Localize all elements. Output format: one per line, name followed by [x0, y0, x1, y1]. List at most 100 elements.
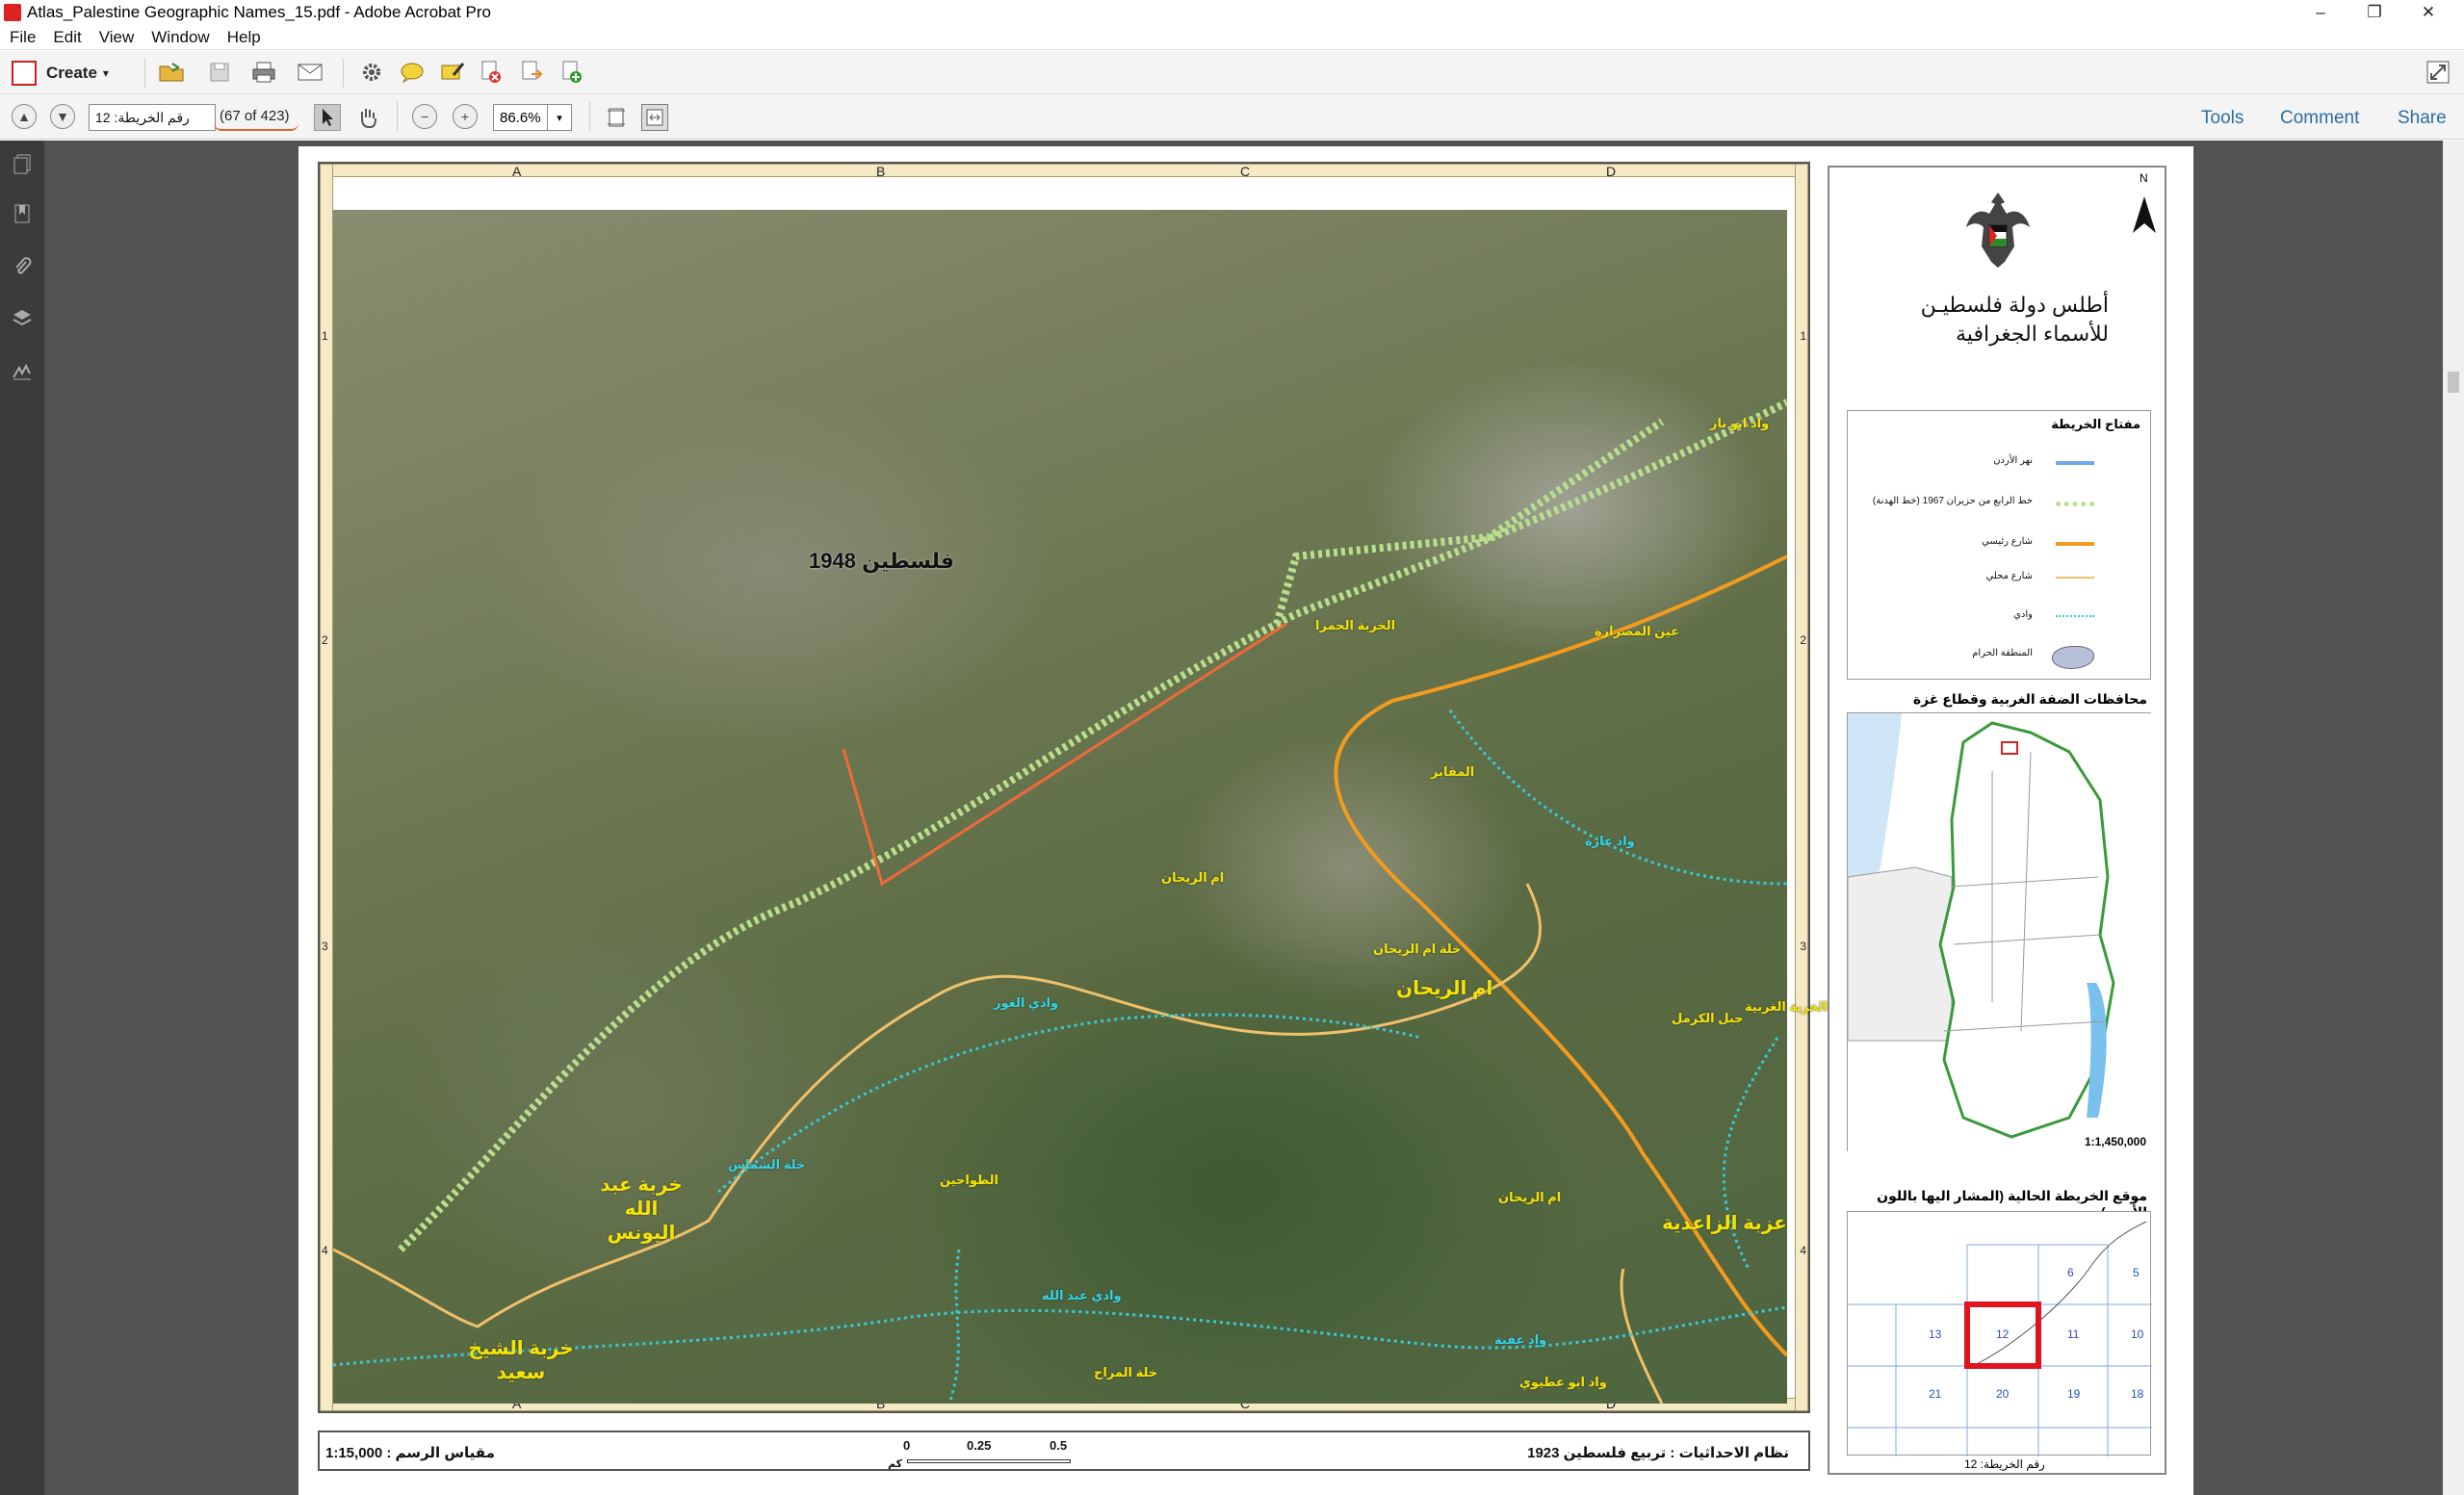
map-label: ام الريحان [1161, 870, 1225, 885]
select-tool-icon[interactable] [314, 104, 341, 131]
navigation-toolbar: ▲ ▼ (67 of 423) − + ▾ Tools Comment Shar… [0, 94, 2464, 140]
page-count: (67 of 423) [220, 108, 290, 124]
print-icon[interactable] [250, 59, 277, 86]
previous-page-icon[interactable]: ▲ [12, 104, 37, 129]
open-folder-icon[interactable] [158, 59, 185, 86]
map-label: الخربة الحمرا [1315, 618, 1396, 632]
pdf-page: A B C D A B C D 1 2 3 4 1 2 3 4 فلسطين 1… [298, 146, 2193, 1495]
legend-label: نهر الأردن [1993, 455, 2033, 466]
index-map-number: 12 [1996, 1327, 2010, 1341]
menu-window[interactable]: Window [151, 28, 209, 47]
legend-symbol [2056, 461, 2094, 465]
title-bar: Atlas_Palestine Geographic Names_15.pdf … [0, 0, 2464, 25]
governorates-title: محافظات الضفة الغربية وقطاع غزة [1912, 691, 2147, 707]
close-button[interactable]: ✕ [2403, 0, 2453, 25]
ink-annotation [214, 123, 298, 131]
scale-text: مقياس الرسم : 1:15,000 [325, 1445, 495, 1461]
delete-page-icon[interactable] [478, 59, 505, 86]
scrollbar-thumb[interactable] [2448, 372, 2459, 393]
atlas-title-line1: أطلس دولة فلسطيـن [1920, 293, 2109, 317]
map-label: خربة عبد الله اليونس [600, 1174, 683, 1244]
grid-number: 1 [1800, 329, 1806, 343]
legend-row: وادي [1848, 607, 2152, 627]
left-grid-ruler [320, 164, 333, 1411]
legend-symbol [2056, 615, 2094, 617]
north-label: N [2140, 171, 2148, 185]
legend-symbol [2056, 542, 2094, 546]
export-pdf-icon[interactable] [518, 59, 545, 86]
comment-icon[interactable] [399, 59, 426, 86]
map-label: واد ابو نار [1710, 416, 1770, 430]
index-map-number: 10 [2131, 1327, 2144, 1341]
map-legend: مفتاح الخريطة نهر الأردن خط الرابع من حز… [1847, 410, 2151, 680]
map-label: جبل الكرمل [1672, 1011, 1744, 1025]
layers-icon[interactable] [10, 306, 35, 331]
index-map-number: 21 [1929, 1387, 1942, 1401]
signatures-icon[interactable] [10, 358, 35, 383]
grid-letter: D [1606, 164, 1617, 179]
index-map-number: 6 [2067, 1266, 2074, 1279]
map-label: واد عارة [1585, 834, 1635, 848]
share-link[interactable]: Share [2398, 108, 2447, 129]
menu-view[interactable]: View [99, 28, 135, 47]
map-label: الطواحين [940, 1173, 999, 1187]
attachments-icon[interactable] [10, 254, 35, 279]
map-frame: A B C D A B C D 1 2 3 4 1 2 3 4 فلسطين 1… [318, 162, 1828, 1413]
minimize-button[interactable]: – [2295, 0, 2346, 25]
map-overlay-lines [333, 399, 1787, 1404]
grid-number: 3 [322, 940, 328, 953]
highlight-icon[interactable] [439, 59, 466, 86]
scale-tick: 0 [903, 1438, 911, 1453]
vertical-scrollbar[interactable] [2443, 141, 2464, 1495]
map-label: عين المصرارة [1595, 624, 1680, 638]
toolbar-divider [343, 59, 344, 88]
scale-tick: 0.25 [967, 1438, 992, 1453]
legend-label: شارع رئيسي [1982, 536, 2033, 547]
restore-button[interactable]: ❐ [2349, 0, 2399, 25]
create-label: Create [46, 64, 97, 82]
main-toolbar: Create ▾ [0, 51, 2464, 94]
page-number-input[interactable] [89, 104, 216, 131]
scale-bar [907, 1459, 1071, 1463]
atlas-title: أطلس دولة فلسطيـن للأسماء الجغرافية [1921, 291, 2109, 348]
right-grid-ruler [1795, 164, 1808, 1411]
bookmarks-icon[interactable] [10, 202, 35, 227]
zoom-dropdown[interactable]: ▾ [547, 104, 572, 131]
index-map-number: 11 [2067, 1327, 2080, 1341]
scale-unit: كم [888, 1458, 903, 1470]
inset-scale: 1:1,450,000 [2084, 1135, 2146, 1148]
create-button[interactable]: Create ▾ [12, 59, 109, 88]
email-icon[interactable] [297, 59, 324, 86]
gear-icon[interactable] [358, 59, 385, 86]
next-page-icon[interactable]: ▼ [50, 104, 75, 129]
tools-link[interactable]: Tools [2201, 108, 2244, 129]
aerial-map-image: فلسطين 1948 ام الريحان خربة عبد الله الي… [333, 210, 1828, 1404]
zoom-out-icon[interactable]: − [412, 104, 437, 129]
legend-label: خط الرابع من حزيران 1967 (خط الهدنة) [1872, 496, 2033, 506]
grid-number: 4 [1800, 1244, 1806, 1257]
index-map-number: 13 [1929, 1327, 1942, 1341]
menu-edit[interactable]: Edit [53, 28, 81, 47]
map-label: ام الريحان [1498, 1190, 1562, 1204]
page-thumbnails-icon[interactable] [10, 152, 35, 177]
legend-row: شارع محلي [1848, 569, 2152, 588]
save-icon[interactable] [206, 59, 233, 86]
fit-width-icon[interactable] [641, 104, 668, 131]
menu-file[interactable]: File [10, 28, 36, 47]
insert-page-icon[interactable] [558, 59, 585, 86]
comment-link[interactable]: Comment [2280, 108, 2359, 129]
legend-symbol [2056, 502, 2094, 506]
index-map-number: 19 [2067, 1387, 2081, 1401]
hand-tool-icon[interactable] [354, 104, 381, 131]
acrobat-app-icon [4, 4, 21, 21]
zoom-in-icon[interactable]: + [453, 104, 478, 129]
fit-page-icon[interactable] [603, 104, 630, 131]
navigation-pane-rail [0, 141, 44, 1495]
map-label: وادي عبد الله [1042, 1288, 1122, 1302]
create-pdf-icon [12, 61, 37, 86]
fullscreen-icon[interactable] [2425, 59, 2451, 86]
map-label: واد ابو عطيوي [1519, 1375, 1607, 1389]
menu-help[interactable]: Help [227, 28, 261, 47]
legend-label: شارع محلي [1985, 571, 2033, 581]
index-map-number: 20 [1996, 1387, 2010, 1401]
